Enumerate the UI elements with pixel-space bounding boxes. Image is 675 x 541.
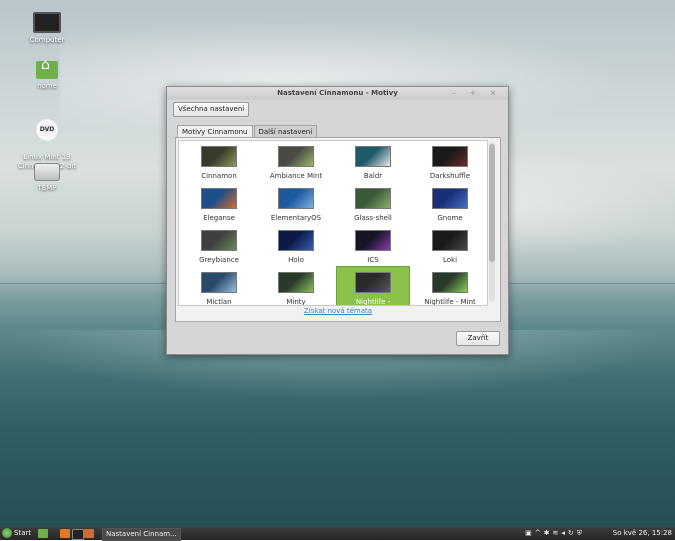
theme-label: Ambiance Mint xyxy=(269,172,323,180)
theme-label: Eleganse xyxy=(203,214,235,222)
desktop-icon-label: home xyxy=(37,82,57,90)
terminal-icon[interactable] xyxy=(72,529,84,540)
theme-thumbnail xyxy=(432,146,468,167)
theme-item[interactable]: Loki xyxy=(414,225,486,269)
theme-label: ICS xyxy=(367,256,379,264)
theme-thumbnail xyxy=(201,230,237,251)
mint-logo-icon xyxy=(2,528,12,538)
theme-item[interactable]: Holo xyxy=(260,225,332,269)
desktop-icon-label: Computer xyxy=(29,36,65,44)
dvd-badge: DVD xyxy=(39,126,55,133)
theme-label: Glass-shell xyxy=(354,214,392,222)
theme-item[interactable]: Minty xyxy=(260,267,332,306)
theme-item[interactable]: Glass-shell xyxy=(337,183,409,227)
theme-item[interactable]: ICS xyxy=(337,225,409,269)
theme-thumbnail xyxy=(355,146,391,167)
theme-thumbnail xyxy=(278,188,314,209)
theme-item[interactable]: ElementaryOS xyxy=(260,183,332,227)
clock[interactable]: So kvě 26, 15:28 xyxy=(613,528,672,539)
window-controls[interactable]: – + × xyxy=(452,89,502,97)
theme-item[interactable]: Greybiance xyxy=(183,225,255,269)
theme-label: Cinnamon xyxy=(201,172,237,180)
theme-label: Loki xyxy=(442,256,458,264)
theme-thumbnail xyxy=(355,188,391,209)
desktop-icon-temp[interactable]: TEMP xyxy=(12,163,82,193)
computer-icon xyxy=(33,12,61,33)
network-icon[interactable]: ▣ xyxy=(525,529,535,537)
theme-item[interactable]: Cinnamon xyxy=(183,141,255,185)
theme-thumbnail xyxy=(278,230,314,251)
theme-grid: Cinnamon Ambiance Mint Baldr Darkshuffle Ele… xyxy=(178,140,488,306)
files-icon[interactable] xyxy=(84,529,94,538)
show-desktop-icon[interactable] xyxy=(38,529,48,538)
theme-thumbnail xyxy=(355,272,391,293)
drive-icon xyxy=(34,163,60,181)
theme-item[interactable]: Ambiance Mint xyxy=(260,141,332,185)
theme-thumbnail xyxy=(278,146,314,167)
theme-thumbnail xyxy=(355,230,391,251)
shield-icon[interactable]: ⛨ xyxy=(577,529,585,537)
theme-label: Nightlife - Mint xyxy=(424,298,476,306)
theme-label: Mictlan xyxy=(206,298,232,306)
up-arrow-icon[interactable]: ^ xyxy=(535,529,544,537)
update-icon[interactable]: ↻ xyxy=(568,529,577,537)
theme-item[interactable]: Gnome xyxy=(414,183,486,227)
theme-label: Greybiance xyxy=(199,256,239,264)
theme-item[interactable]: Mictlan xyxy=(183,267,255,306)
start-button[interactable]: Start xyxy=(2,528,31,539)
theme-item[interactable]: Nightlife - xyxy=(336,266,410,306)
get-new-themes-link[interactable]: Získat nová témata xyxy=(176,307,500,315)
close-button[interactable]: Zavřít xyxy=(456,331,500,346)
window-titlebar[interactable]: Nastavení Cinnamonu - Motivy – + × xyxy=(167,87,508,100)
theme-item[interactable]: Darkshuffle xyxy=(414,141,486,185)
firefox-icon[interactable] xyxy=(60,529,70,538)
theme-label: Baldr xyxy=(363,172,383,180)
settings-window: Nastavení Cinnamonu - Motivy – + × Všech… xyxy=(166,86,509,355)
theme-label: Nightlife - xyxy=(355,298,391,306)
all-settings-button[interactable]: Všechna nastavení xyxy=(173,102,250,117)
theme-thumbnail xyxy=(278,272,314,293)
desktop-icon-label: TEMP xyxy=(37,184,57,192)
start-label: Start xyxy=(14,529,32,537)
theme-item[interactable]: Eleganse xyxy=(183,183,255,227)
desktop-icon-computer[interactable]: Computer xyxy=(12,12,82,45)
tab-bar: Motivy Cinnamonu Další nastavení xyxy=(177,125,318,138)
dvd-icon: DVD xyxy=(36,119,58,141)
theme-label: ElementaryOS xyxy=(270,214,322,222)
theme-label: Minty xyxy=(286,298,306,306)
theme-item[interactable]: Baldr xyxy=(337,141,409,185)
system-tray[interactable]: ▣^✱≋◂↻⛨ xyxy=(525,528,585,539)
theme-label: Gnome xyxy=(437,214,463,222)
theme-label: Darkshuffle xyxy=(429,172,471,180)
taskbar-item-settings[interactable]: Nastavení Cinnam... xyxy=(102,528,181,541)
desktop-icon-home[interactable]: home xyxy=(12,61,82,91)
theme-thumbnail xyxy=(432,230,468,251)
home-folder-icon xyxy=(36,61,58,79)
theme-thumbnail xyxy=(201,146,237,167)
scrollbar-thumb[interactable] xyxy=(489,144,495,262)
theme-label: Holo xyxy=(288,256,304,264)
theme-item[interactable]: Nightlife - Mint xyxy=(414,267,486,306)
theme-thumbnail xyxy=(432,272,468,293)
taskbar: Start Nastavení Cinnam... ▣^✱≋◂↻⛨ So kvě… xyxy=(0,527,675,541)
theme-thumbnail xyxy=(201,272,237,293)
scrollbar[interactable] xyxy=(489,142,495,302)
themes-panel: Cinnamon Ambiance Mint Baldr Darkshuffle Ele… xyxy=(175,137,501,322)
theme-thumbnail xyxy=(432,188,468,209)
theme-thumbnail xyxy=(201,188,237,209)
